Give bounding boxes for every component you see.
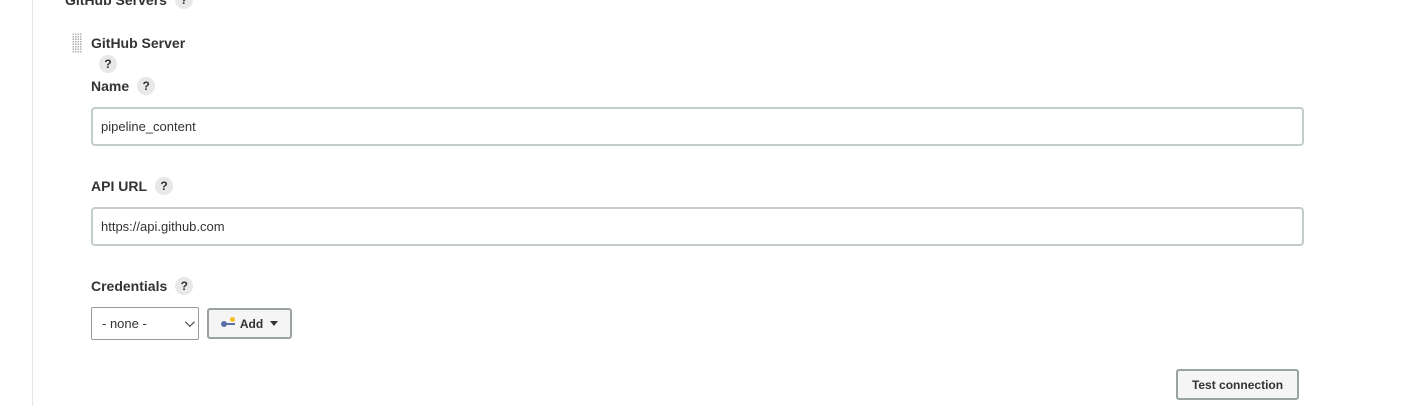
section-title: GitHub Servers <box>65 0 167 8</box>
server-title: GitHub Server <box>91 35 186 51</box>
api-url-input[interactable] <box>91 207 1304 246</box>
caret-down-icon <box>270 321 279 326</box>
name-help-icon[interactable]: ? <box>137 77 156 95</box>
api-url-help-icon[interactable]: ? <box>155 177 173 195</box>
credentials-select[interactable]: - none - <box>91 307 199 340</box>
name-input[interactable] <box>91 107 1304 146</box>
credentials-label: Credentials <box>91 278 168 294</box>
section-help-icon[interactable]: ? <box>174 0 193 9</box>
name-field-label-row: Name ? <box>91 77 156 95</box>
credentials-help-icon[interactable]: ? <box>175 277 194 295</box>
api-url-label: API URL <box>91 178 147 194</box>
add-button-label: Add <box>239 316 264 331</box>
left-divider <box>32 0 33 406</box>
github-server-config-page: GitHub Servers ? GitHub Server ? Name ? … <box>0 0 1404 406</box>
test-connection-button[interactable]: Test connection <box>1176 369 1299 400</box>
key-icon <box>220 316 237 329</box>
api-url-field-label-row: API URL ? <box>91 177 173 195</box>
name-label: Name <box>91 78 130 94</box>
credentials-field-label-row: Credentials ? <box>91 277 194 295</box>
drag-handle-icon[interactable] <box>72 33 82 53</box>
chevron-down-icon <box>184 317 195 328</box>
section-header: GitHub Servers ? <box>65 0 193 9</box>
add-credentials-button[interactable]: Add <box>207 308 292 339</box>
credentials-selected-value: - none - <box>102 316 147 331</box>
server-help-icon[interactable]: ? <box>99 55 117 73</box>
